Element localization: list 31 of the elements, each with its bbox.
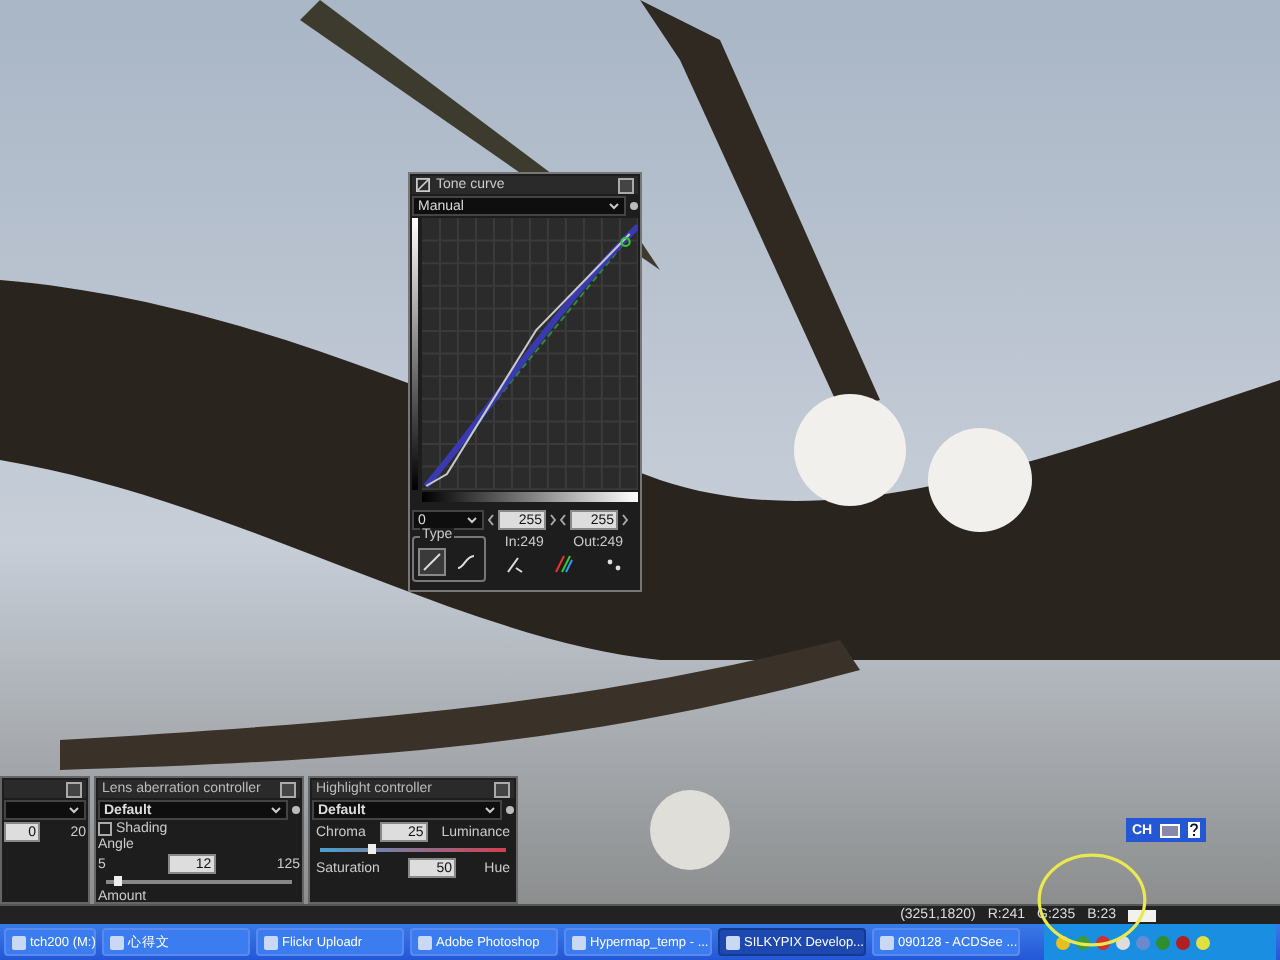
dropdown-caret-icon[interactable]: [608, 202, 620, 210]
close-icon[interactable]: [494, 781, 510, 797]
rainbow-lines-icon[interactable]: [553, 554, 574, 574]
close-icon[interactable]: [618, 177, 634, 193]
dropdown-caret-icon[interactable]: [466, 516, 478, 524]
plus-icon[interactable]: [292, 806, 300, 814]
plus-icon[interactable]: [506, 806, 514, 814]
app-icon: [726, 935, 740, 949]
highlight-circle: [1036, 850, 1148, 950]
dropdown-caret-icon[interactable]: [270, 806, 282, 814]
app-icon: [264, 935, 278, 949]
app-icon: [110, 935, 124, 949]
app-icon: [880, 935, 894, 949]
slider-thumb[interactable]: [113, 876, 122, 886]
close-icon[interactable]: [280, 781, 296, 797]
plus-icon[interactable]: [630, 202, 638, 210]
eyedropper-icon[interactable]: [504, 554, 525, 574]
help-icon[interactable]: [1188, 822, 1201, 838]
app-icon: [12, 935, 26, 949]
curve-icon: [416, 178, 430, 192]
dots-icon[interactable]: [603, 554, 624, 574]
app-icon: [418, 935, 432, 949]
app-icon: [572, 935, 586, 949]
close-icon[interactable]: [66, 781, 82, 797]
linear-type-button[interactable]: [418, 548, 446, 576]
dropdown-caret-icon[interactable]: [484, 806, 496, 814]
slider-thumb[interactable]: [368, 844, 377, 854]
dropdown-caret-icon[interactable]: [68, 806, 80, 814]
straight-line-icon: [422, 552, 442, 572]
curved-line-icon: [456, 552, 476, 572]
keyboard-icon[interactable]: [1160, 823, 1181, 837]
